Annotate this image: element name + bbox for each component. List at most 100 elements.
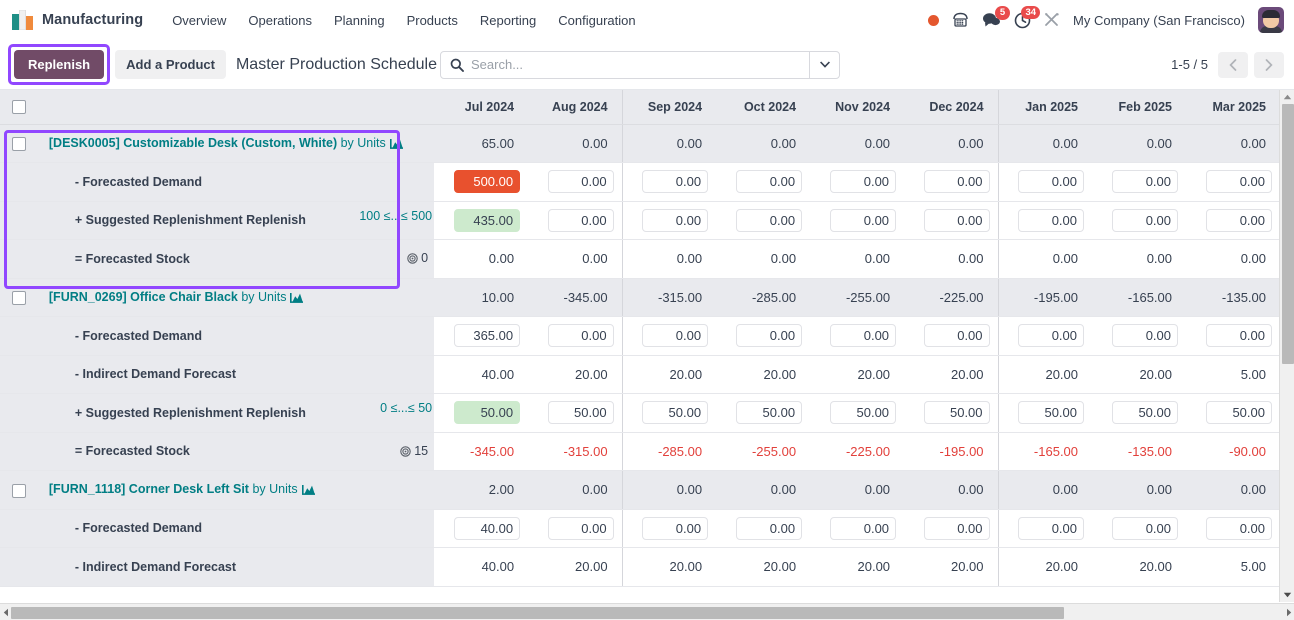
avatar[interactable] — [1258, 7, 1284, 33]
mps-numeric-input[interactable]: 0.00 — [1112, 324, 1178, 348]
chat-bubble-icon[interactable]: 5 — [982, 6, 1011, 28]
mps-value-cell[interactable]: 0.00 — [621, 509, 717, 548]
mps-numeric-input[interactable]: 0.00 — [923, 516, 990, 540]
mps-value-cell[interactable]: 0 ≤...≤ 50 50.00 — [380, 393, 529, 433]
mps-value-cell[interactable]: 500.00 — [434, 162, 529, 202]
mps-numeric-input[interactable]: 0.00 — [1206, 324, 1272, 348]
mps-numeric-input[interactable]: 435.00 — [454, 208, 521, 232]
mps-numeric-input[interactable]: 0.00 — [1112, 208, 1178, 232]
mps-value-cell[interactable]: 0.00 — [997, 201, 1093, 240]
product-chart-icon[interactable] — [301, 483, 315, 498]
mps-value-cell[interactable]: 0.00 — [904, 201, 999, 240]
replenishment-range-label[interactable]: 0 ≤...≤ 50 — [380, 401, 432, 415]
product-link[interactable]: [FURN_0269] Office Chair Black by Units — [49, 290, 287, 304]
search-input[interactable] — [471, 51, 809, 78]
mps-numeric-input[interactable]: 0.00 — [830, 170, 897, 194]
mps-numeric-input[interactable]: 0.00 — [736, 516, 803, 540]
mps-numeric-input[interactable]: 0.00 — [1206, 208, 1272, 232]
mps-numeric-input[interactable]: 500.00 — [454, 170, 521, 194]
mps-numeric-input[interactable]: 0.00 — [1018, 208, 1085, 232]
mps-numeric-input[interactable]: 50.00 — [642, 401, 709, 425]
mps-value-cell[interactable]: 0.00 — [1092, 316, 1186, 356]
record-dot-icon[interactable] — [928, 14, 940, 26]
mps-numeric-input[interactable]: 0.00 — [547, 324, 614, 348]
mps-value-cell[interactable]: 0.00 — [528, 162, 623, 202]
mps-value-cell[interactable]: 365.00 — [434, 316, 529, 356]
mps-value-cell[interactable]: 0.00 — [716, 162, 811, 202]
mps-numeric-input[interactable]: 0.00 — [547, 516, 614, 540]
mps-numeric-input[interactable]: 0.00 — [642, 516, 709, 540]
mps-numeric-input[interactable]: 50.00 — [830, 401, 897, 425]
scroll-right-arrow-icon[interactable] — [1283, 608, 1294, 617]
scroll-left-arrow-icon[interactable] — [0, 608, 11, 617]
mps-numeric-input[interactable]: 0.00 — [923, 208, 990, 232]
mps-numeric-input[interactable]: 0.00 — [923, 170, 990, 194]
phone-icon[interactable] — [952, 12, 969, 28]
pager-previous-button[interactable] — [1218, 51, 1248, 78]
mps-numeric-input[interactable]: 0.00 — [642, 208, 709, 232]
mps-value-cell[interactable]: 50.00 — [810, 393, 905, 433]
mps-numeric-input[interactable]: 0.00 — [1206, 170, 1272, 194]
mps-value-cell[interactable]: 0.00 — [621, 201, 717, 240]
pager-next-button[interactable] — [1254, 51, 1284, 78]
mps-value-cell[interactable]: 0.00 — [810, 509, 905, 548]
mps-value-cell[interactable]: 0.00 — [997, 316, 1093, 356]
product-chart-icon[interactable] — [290, 291, 304, 306]
mps-numeric-input[interactable]: 40.00 — [454, 516, 521, 540]
mps-numeric-input[interactable]: 50.00 — [547, 401, 614, 425]
mps-value-cell[interactable]: 50.00 — [1186, 393, 1280, 433]
product-group-row[interactable]: [FURN_1118] Corner Desk Left Sit by Unit… — [0, 470, 1280, 510]
mps-value-cell[interactable]: 0.00 — [1186, 162, 1280, 202]
mps-numeric-input[interactable]: 0.00 — [830, 208, 897, 232]
row-checkbox[interactable] — [12, 483, 26, 498]
mps-numeric-input[interactable]: 0.00 — [642, 170, 709, 194]
mps-value-cell[interactable]: 0.00 — [1092, 201, 1186, 240]
mps-numeric-input[interactable]: 50.00 — [1018, 401, 1085, 425]
mps-value-cell[interactable]: 0.00 — [716, 201, 811, 240]
app-brand[interactable]: Manufacturing — [12, 9, 143, 31]
mps-numeric-input[interactable]: 50.00 — [1112, 401, 1178, 425]
mps-value-cell[interactable]: 0.00 — [528, 201, 623, 240]
mps-value-cell[interactable]: 0.00 — [1186, 316, 1280, 356]
product-group-row[interactable]: [FURN_0269] Office Chair Black by Units 1… — [0, 278, 1280, 317]
mps-numeric-input[interactable]: 0.00 — [830, 324, 897, 348]
mps-value-cell[interactable]: 50.00 — [716, 393, 811, 433]
mps-value-cell[interactable]: 0.00 — [621, 162, 717, 202]
mps-value-cell[interactable]: 0.00 — [716, 316, 811, 356]
menu-item-reporting[interactable]: Reporting — [469, 8, 547, 33]
replenishment-range-label[interactable]: 100 ≤...≤ 500 — [359, 209, 432, 223]
mps-numeric-input[interactable]: 0.00 — [1018, 324, 1085, 348]
menu-item-configuration[interactable]: Configuration — [547, 8, 646, 33]
product-group-row[interactable]: [DESK0005] Customizable Desk (Custom, Wh… — [0, 124, 1280, 163]
mps-value-cell[interactable]: 0.00 — [621, 316, 717, 356]
mps-value-cell[interactable]: 0.00 — [1092, 509, 1186, 548]
mps-value-cell[interactable]: 0.00 — [528, 316, 623, 356]
mps-value-cell[interactable]: 0.00 — [904, 316, 999, 356]
tools-icon[interactable] — [1044, 12, 1060, 28]
vertical-scrollbar-thumb[interactable] — [1282, 104, 1294, 364]
row-checkbox[interactable] — [12, 137, 26, 152]
mps-numeric-input[interactable]: 50.00 — [454, 401, 521, 425]
mps-numeric-input[interactable]: 0.00 — [547, 208, 614, 232]
mps-value-cell[interactable]: 40.00 — [434, 509, 529, 548]
horizontal-scrollbar-thumb[interactable] — [11, 607, 1064, 619]
mps-numeric-input[interactable]: 50.00 — [1206, 401, 1272, 425]
mps-value-cell[interactable]: 50.00 — [1092, 393, 1186, 433]
row-checkbox[interactable] — [12, 291, 26, 306]
product-link[interactable]: [DESK0005] Customizable Desk (Custom, Wh… — [49, 136, 386, 150]
menu-item-planning[interactable]: Planning — [323, 8, 396, 33]
add-a-product-button[interactable]: Add a Product — [115, 50, 226, 79]
menu-item-operations[interactable]: Operations — [237, 8, 323, 33]
mps-numeric-input[interactable]: 0.00 — [1206, 516, 1272, 540]
mps-numeric-input[interactable]: 0.00 — [1112, 170, 1178, 194]
clock-icon[interactable]: 34 — [1014, 5, 1041, 29]
mps-value-cell[interactable]: 50.00 — [528, 393, 623, 433]
mps-value-cell[interactable]: 0.00 — [716, 509, 811, 548]
mps-value-cell[interactable]: 0.00 — [1186, 509, 1280, 548]
mps-numeric-input[interactable]: 0.00 — [1018, 516, 1085, 540]
vertical-scrollbar[interactable] — [1279, 90, 1294, 602]
mps-value-cell[interactable]: 0.00 — [997, 162, 1093, 202]
select-all-checkbox[interactable] — [12, 100, 26, 115]
mps-numeric-input[interactable]: 50.00 — [736, 401, 803, 425]
mps-value-cell[interactable]: 0.00 — [1186, 201, 1280, 240]
